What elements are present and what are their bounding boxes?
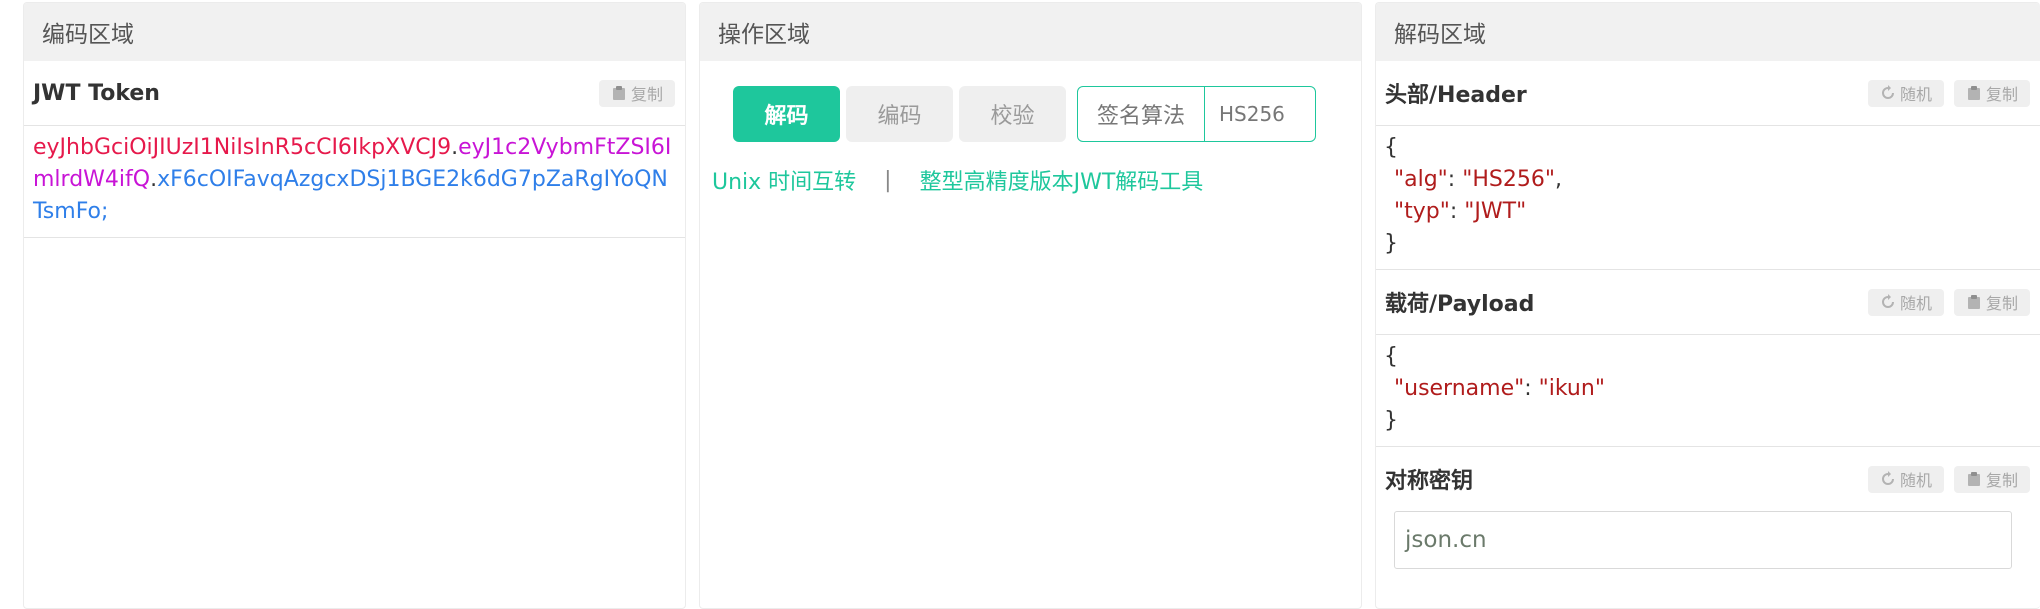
copy-header-button[interactable]: 复制 <box>1953 79 2030 107</box>
jwt-token-input[interactable]: eyJhbGciOiJIUzI1NiIsInR5cCI6IkpXVCJ9.eyJ… <box>24 125 685 238</box>
decode-button[interactable]: 解码 <box>733 86 840 142</box>
copy-payload-button[interactable]: 复制 <box>1953 288 2030 316</box>
random-secret-button[interactable]: 随机 <box>1867 465 1944 493</box>
json-comma: , <box>1554 167 1562 192</box>
random-header-button[interactable]: 随机 <box>1867 79 1944 107</box>
secret-section-title: 对称密钥 <box>1385 469 1474 494</box>
random-payload-button[interactable]: 随机 <box>1867 288 1944 316</box>
copy-secret-label: 复制 <box>1985 471 2018 490</box>
jwt-token-label: JWT Token <box>33 80 160 106</box>
operations-panel: 操作区域 解码 编码 校验 签名算法 HS256 Unix 时间互转 | 整型高… <box>699 2 1362 609</box>
json-line-username: "username": "ikun" <box>1384 373 2032 405</box>
clipboard-icon <box>1967 86 1980 100</box>
copy-token-button[interactable]: 复制 <box>598 79 675 107</box>
clipboard-icon <box>1967 472 1980 486</box>
json-value-typ: "JWT" <box>1464 199 1527 224</box>
json-value-username: "ikun" <box>1538 376 1605 401</box>
refresh-icon <box>1881 471 1894 485</box>
json-colon: : <box>1449 199 1465 224</box>
operations-toolbar: 解码 编码 校验 签名算法 HS256 <box>733 86 1361 142</box>
encode-button[interactable]: 编码 <box>846 86 953 142</box>
operations-panel-title: 操作区域 <box>700 3 1361 61</box>
json-value-alg: "HS256" <box>1462 167 1555 192</box>
payload-section-title: 载荷/Payload <box>1385 292 1535 317</box>
json-open-brace: { <box>1384 135 1398 160</box>
bigint-jwt-tool-link[interactable]: 整型高精度版本JWT解码工具 <box>920 164 1204 196</box>
copy-header-label: 复制 <box>1985 85 2018 104</box>
encode-panel: 编码区域 JWT Token 复制 eyJhbGciOiJIUzI1NiIsIn… <box>23 2 686 609</box>
secret-section-head: 对称密钥 随机 复制 <box>1376 447 2040 511</box>
copy-payload-label: 复制 <box>1985 294 2018 313</box>
payload-json-editor[interactable]: { "username": "ikun" } <box>1376 334 2040 447</box>
decode-panel: 解码区域 头部/Header 随机 复制 { "alg": "HS256", "… <box>1375 2 2040 609</box>
json-colon: : <box>1524 376 1539 401</box>
algorithm-select[interactable]: HS256 <box>1205 87 1315 141</box>
copy-token-label: 复制 <box>630 85 663 104</box>
tool-links: Unix 时间互转 | 整型高精度版本JWT解码工具 <box>712 164 1361 196</box>
random-secret-label: 随机 <box>1899 471 1932 490</box>
token-header-part: eyJhbGciOiJIUzI1NiIsInR5cCI6IkpXVCJ9 <box>33 135 452 160</box>
refresh-icon <box>1881 85 1894 99</box>
algorithm-label: 签名算法 <box>1078 87 1205 141</box>
unix-time-link[interactable]: Unix 时间互转 <box>712 164 856 196</box>
json-line-typ: "typ": "JWT" <box>1384 196 2032 228</box>
secret-key-input[interactable]: json.cn <box>1394 511 2012 569</box>
random-payload-label: 随机 <box>1899 294 1932 313</box>
header-json-editor[interactable]: { "alg": "HS256", "typ": "JWT" } <box>1376 125 2040 270</box>
link-separator: | <box>884 167 892 193</box>
copy-secret-button[interactable]: 复制 <box>1953 465 2030 493</box>
json-key-username: "username" <box>1394 376 1525 401</box>
payload-section-head: 载荷/Payload 随机 复制 <box>1376 270 2040 334</box>
encode-panel-title: 编码区域 <box>24 3 685 61</box>
header-section-title: 头部/Header <box>1385 83 1527 108</box>
json-open-brace: { <box>1384 344 1398 369</box>
json-close-brace: } <box>1384 231 1398 256</box>
header-section-head: 头部/Header 随机 复制 <box>1376 61 2040 125</box>
decode-panel-title: 解码区域 <box>1376 3 2040 61</box>
json-line-alg: "alg": "HS256", <box>1384 164 2032 196</box>
random-header-label: 随机 <box>1899 85 1932 104</box>
jwt-token-header: JWT Token 复制 <box>24 61 685 125</box>
verify-button[interactable]: 校验 <box>959 86 1066 142</box>
json-key-alg: "alg" <box>1394 167 1448 192</box>
algorithm-selector: 签名算法 HS256 <box>1077 86 1316 142</box>
clipboard-icon <box>612 86 625 100</box>
json-colon: : <box>1447 167 1463 192</box>
clipboard-icon <box>1967 295 1980 309</box>
json-key-typ: "typ" <box>1394 199 1450 224</box>
json-close-brace: } <box>1384 408 1398 433</box>
refresh-icon <box>1881 294 1894 308</box>
